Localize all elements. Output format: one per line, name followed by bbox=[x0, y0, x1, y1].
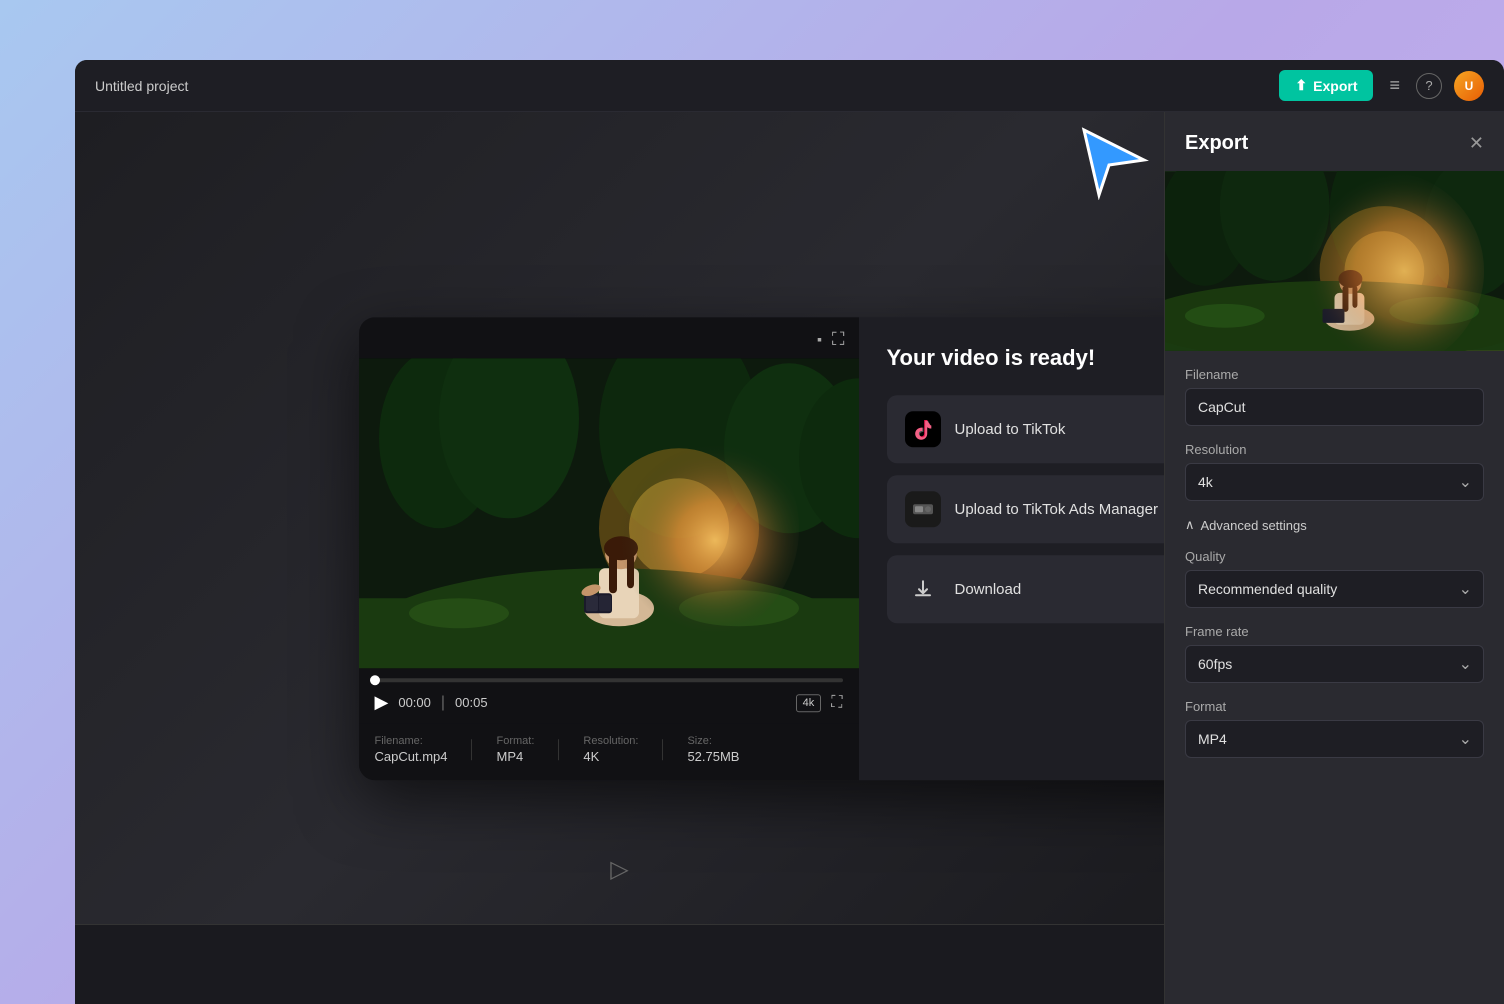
panel-body: Filename Resolution 4k ∧ Advanced settin… bbox=[1165, 351, 1504, 790]
time-total: 00:05 bbox=[455, 695, 488, 710]
video-ready-dialog: ⬝ ⛶ bbox=[359, 317, 1165, 780]
download-arrow-icon bbox=[912, 578, 934, 600]
play-center-icon: ▷ bbox=[610, 856, 628, 883]
export-upload-icon: ⬆ bbox=[1295, 77, 1307, 94]
editor-area: ▷ ⬝ ⛶ bbox=[75, 112, 1164, 1004]
tiktok-ads-logo-icon bbox=[912, 498, 934, 520]
resolution-select[interactable]: 4k bbox=[1185, 463, 1484, 501]
framerate-select-wrapper: 60fps bbox=[1185, 645, 1484, 683]
quality-badge: 4k bbox=[796, 694, 822, 712]
format-select-wrapper: MP4 bbox=[1185, 720, 1484, 758]
export-panel-title: Export bbox=[1185, 132, 1248, 155]
video-player-panel: ⬝ ⛶ bbox=[359, 317, 859, 780]
project-title: Untitled project bbox=[95, 78, 188, 94]
video-scene-svg bbox=[359, 358, 859, 668]
tiktok-icon bbox=[905, 411, 941, 447]
video-controls: ▶ 00:00 | 00:05 4k ⛶ bbox=[359, 668, 859, 723]
framerate-field-group: Frame rate 60fps bbox=[1185, 624, 1484, 683]
video-toolbar: ⬝ ⛶ bbox=[359, 317, 859, 358]
resolution-field-label: Resolution bbox=[1185, 442, 1484, 457]
upload-tiktok-label: Upload to TikTok bbox=[955, 421, 1066, 438]
play-button[interactable]: ▶ bbox=[375, 692, 389, 713]
avatar-button[interactable]: U bbox=[1454, 71, 1484, 101]
meta-resolution: Resolution: 4K bbox=[583, 735, 638, 764]
size-value: 52.75MB bbox=[687, 749, 739, 764]
quality-select-wrapper: Recommended quality bbox=[1185, 570, 1484, 608]
thumbnail-svg bbox=[1165, 171, 1504, 351]
filename-field-label: Filename bbox=[1185, 367, 1484, 382]
format-value: MP4 bbox=[496, 749, 534, 764]
format-label: Format: bbox=[496, 735, 534, 747]
top-bar: Untitled project ⬆ Export ≡ ? U bbox=[75, 60, 1504, 112]
resolution-select-wrapper: 4k bbox=[1185, 463, 1484, 501]
filename-label: Filename: bbox=[375, 735, 448, 747]
resolution-value: 4K bbox=[583, 749, 638, 764]
filename-value: CapCut.mp4 bbox=[375, 749, 448, 764]
top-bar-actions: ⬆ Export ≡ ? U bbox=[1279, 70, 1484, 101]
time-separator: | bbox=[441, 694, 445, 712]
format-field-label: Format bbox=[1185, 699, 1484, 714]
meta-size: Size: 52.75MB bbox=[687, 735, 739, 764]
video-actions-panel: Your video is ready! Upload to TikTok › bbox=[859, 317, 1165, 780]
export-panel: Export ✕ bbox=[1164, 112, 1504, 1004]
framerate-select[interactable]: 60fps bbox=[1185, 645, 1484, 683]
help-button[interactable]: ? bbox=[1416, 73, 1442, 99]
download-button[interactable]: Download › bbox=[887, 555, 1165, 623]
quality-select[interactable]: Recommended quality bbox=[1185, 570, 1484, 608]
meta-divider-2 bbox=[558, 739, 559, 760]
comment-icon[interactable]: ⬝ bbox=[817, 329, 822, 350]
meta-format: Format: MP4 bbox=[496, 735, 534, 764]
meta-divider-1 bbox=[471, 739, 472, 760]
tiktok-ads-icon bbox=[905, 491, 941, 527]
quality-field-group: Quality Recommended quality bbox=[1185, 549, 1484, 608]
upload-tiktok-ads-label: Upload to TikTok Ads Manager bbox=[955, 501, 1158, 518]
meta-divider-3 bbox=[662, 739, 663, 760]
fullscreen-icon[interactable]: ⛶ bbox=[832, 329, 845, 350]
format-select[interactable]: MP4 bbox=[1185, 720, 1484, 758]
resolution-field-group: Resolution 4k bbox=[1185, 442, 1484, 501]
timeline-strip bbox=[75, 924, 1164, 1004]
time-current: 00:00 bbox=[398, 695, 431, 710]
meta-filename: Filename: CapCut.mp4 bbox=[375, 735, 448, 764]
advanced-settings-label: Advanced settings bbox=[1201, 518, 1307, 533]
video-metadata: Filename: CapCut.mp4 Format: MP4 Resolut… bbox=[359, 723, 859, 780]
download-label: Download bbox=[955, 581, 1022, 598]
play-center-button[interactable]: ▷ bbox=[610, 855, 628, 884]
video-ready-title: Your video is ready! bbox=[887, 345, 1165, 371]
preview-thumbnail bbox=[1165, 171, 1504, 351]
size-label: Size: bbox=[687, 735, 739, 747]
download-icon bbox=[905, 571, 941, 607]
fullscreen-button[interactable]: ⛶ bbox=[831, 694, 842, 712]
export-label: Export bbox=[1313, 78, 1357, 94]
video-preview bbox=[359, 358, 859, 668]
tiktok-logo-icon bbox=[912, 418, 934, 440]
filename-field-group: Filename bbox=[1185, 367, 1484, 426]
framerate-field-label: Frame rate bbox=[1185, 624, 1484, 639]
format-field-group: Format MP4 bbox=[1185, 699, 1484, 758]
upload-tiktok-button[interactable]: Upload to TikTok › bbox=[887, 395, 1165, 463]
progress-dot bbox=[370, 675, 380, 685]
upload-tiktok-ads-button[interactable]: Upload to TikTok Ads Manager › bbox=[887, 475, 1165, 543]
export-panel-header: Export ✕ bbox=[1165, 112, 1504, 171]
resolution-label: Resolution: bbox=[583, 735, 638, 747]
progress-bar-container[interactable] bbox=[375, 678, 843, 682]
filename-input[interactable] bbox=[1185, 388, 1484, 426]
chevron-up-icon: ∧ bbox=[1185, 517, 1195, 533]
advanced-settings-toggle[interactable]: ∧ Advanced settings bbox=[1185, 517, 1484, 533]
controls-row: ▶ 00:00 | 00:05 4k ⛶ bbox=[375, 692, 843, 713]
main-content: ▷ ⬝ ⛶ bbox=[75, 112, 1504, 1004]
export-close-button[interactable]: ✕ bbox=[1469, 133, 1484, 154]
export-button[interactable]: ⬆ Export bbox=[1279, 70, 1373, 101]
menu-button[interactable]: ≡ bbox=[1385, 71, 1404, 100]
app-window: Untitled project ⬆ Export ≡ ? U ▷ bbox=[75, 60, 1504, 1004]
quality-field-label: Quality bbox=[1185, 549, 1484, 564]
